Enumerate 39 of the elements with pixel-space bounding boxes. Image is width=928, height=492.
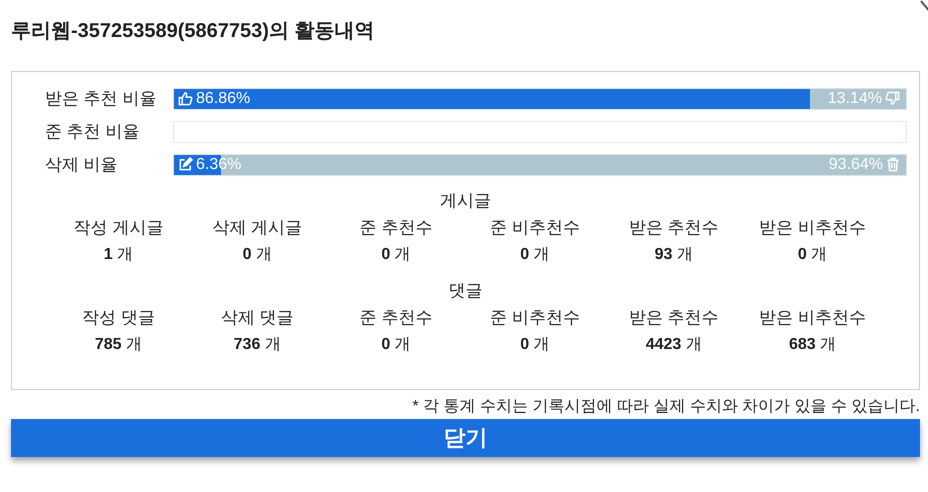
stat-value: 0 개 [380,245,412,265]
ratio-percent: 13.14% [828,90,882,108]
stat-label: 준 추천수 [358,217,434,239]
stat-value: 736 개 [232,335,282,355]
stat-label: 삭제 게시글 [211,217,304,239]
ratio-label: 받은 추천 비율 [44,88,158,110]
stat-label: 받은 비추천수 [758,307,867,329]
edit-icon [178,157,193,172]
section-heading: 게시글 [439,190,492,212]
stat-value: 0 개 [242,245,273,265]
stat-value: 683 개 [788,335,838,355]
ratio-percent: 86.86% [196,90,250,108]
stat-label: 받은 추천수 [628,217,720,239]
stat-label: 작성 게시글 [72,217,164,239]
stat-value: 0 개 [796,245,828,265]
ratio-label: 준 추천 비율 [44,121,140,143]
stat-label: 받은 비추천수 [758,217,867,239]
disclaimer-note: * 각 통계 수치는 기록시점에 따라 실제 수치와 차이가 있을 수 있습니다. [411,397,920,417]
stat-label: 준 비추천수 [489,217,581,239]
stat-value: 4423 개 [644,335,703,355]
stat-label: 작성 댓글 [81,307,156,329]
stat-value: 0 개 [519,335,551,355]
stat-value: 1 개 [102,245,134,265]
stat-value: 0 개 [519,245,551,265]
stat-label: 준 비추천수 [489,307,581,329]
trash-icon [886,157,900,172]
stat-value: 0 개 [380,335,412,355]
section-heading: 댓글 [448,280,484,302]
stat-value: 785 개 [94,335,143,355]
stat-label: 준 추천수 [358,307,434,329]
ratio-percent: 93.64% [828,156,883,174]
dialog-title: 루리웹-357253589(5867753)의 활동내역 [11,19,375,44]
ratio-label: 삭제 비율 [44,154,119,176]
stat-value: 93 개 [654,245,694,265]
thumbs-up-icon [178,91,193,106]
stat-label: 삭제 댓글 [220,307,295,329]
thumbs-down-icon [885,91,900,106]
stat-label: 받은 추천수 [628,307,720,329]
close-button[interactable]: 닫기 [11,419,920,457]
